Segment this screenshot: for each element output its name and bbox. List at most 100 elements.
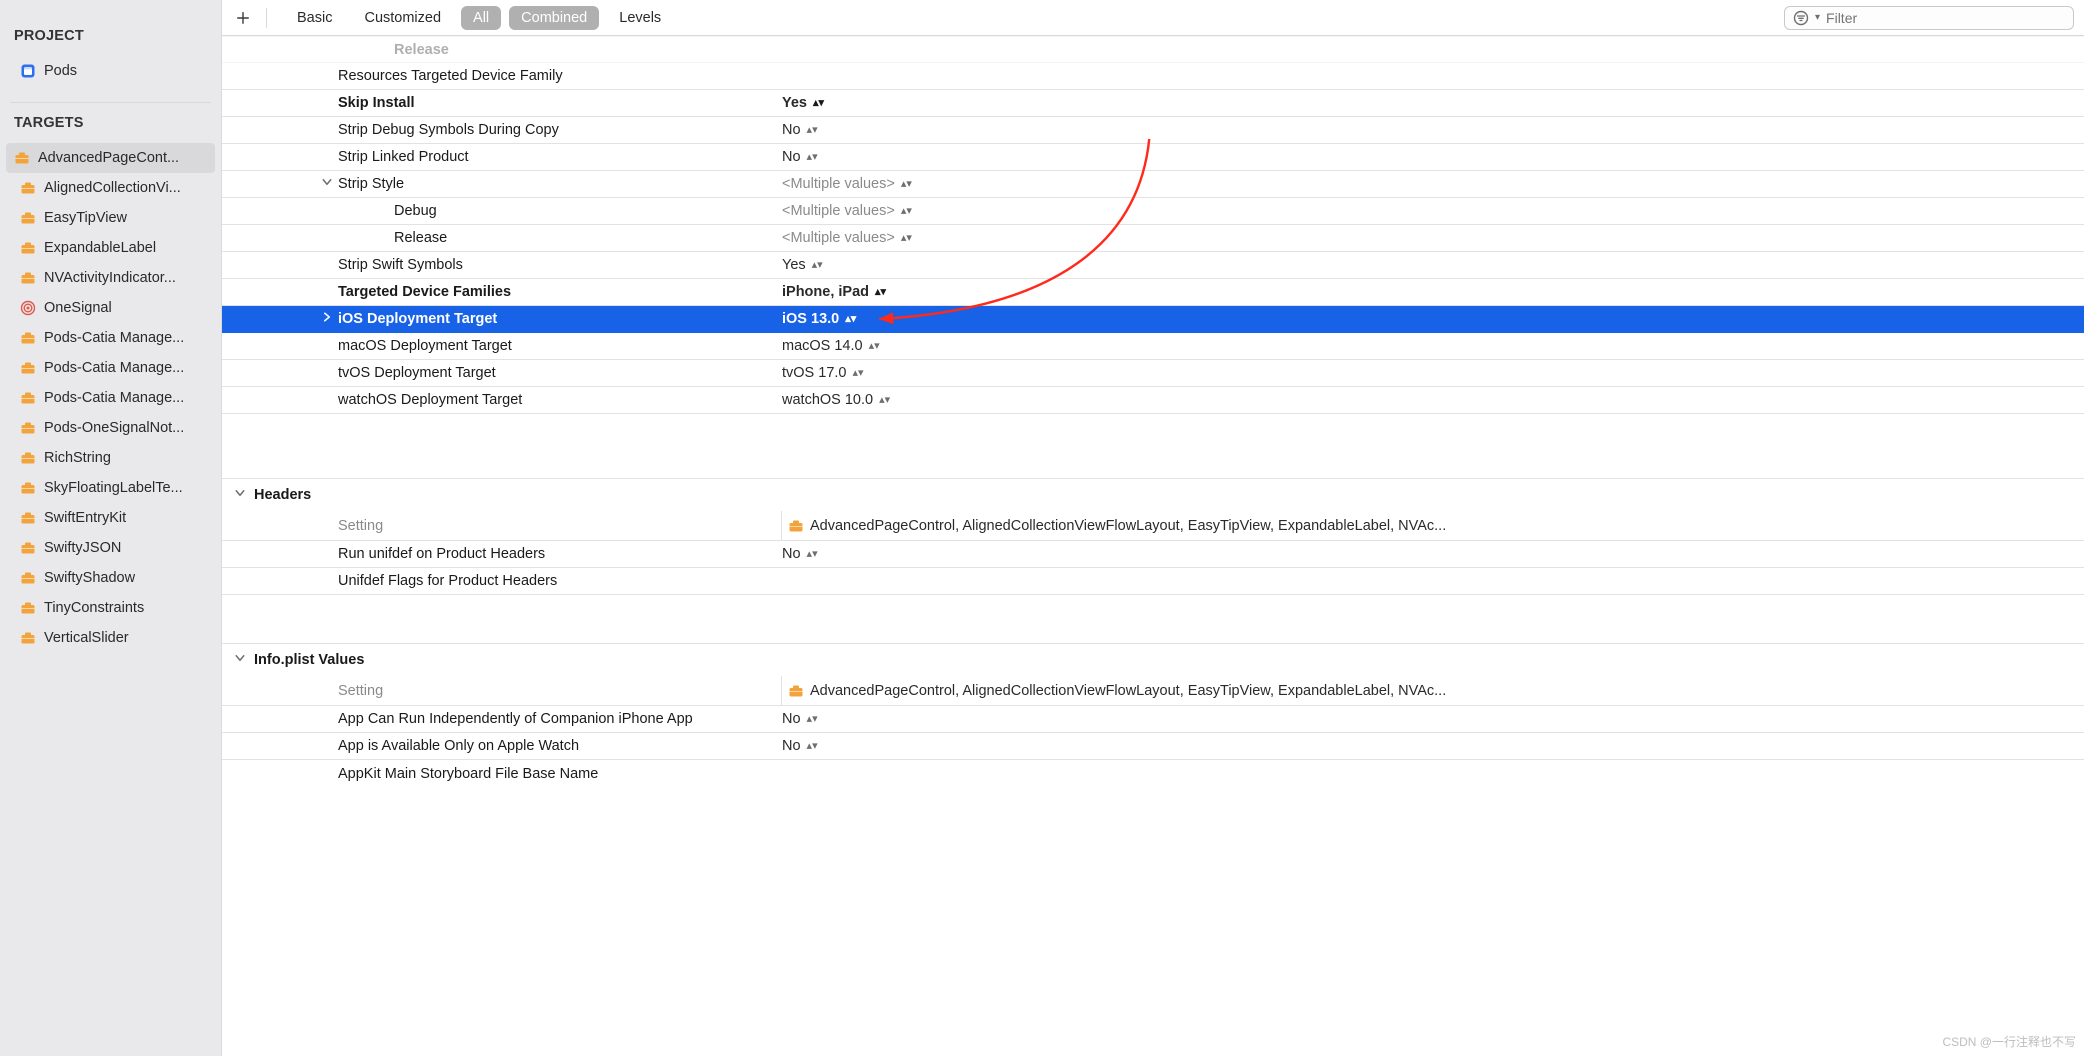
target-item-label: SkyFloatingLabelTe... bbox=[44, 479, 183, 497]
chevron-down-icon[interactable] bbox=[320, 176, 334, 188]
filter-input[interactable] bbox=[1826, 10, 2065, 26]
sidebar-item-target[interactable]: ExpandableLabel bbox=[6, 233, 215, 263]
target-item-label: AdvancedPageCont... bbox=[38, 149, 179, 167]
tab-customized[interactable]: Customized bbox=[352, 6, 453, 30]
column-targets-label: AdvancedPageControl, AlignedCollectionVi… bbox=[810, 518, 2084, 534]
briefcase-icon bbox=[20, 630, 36, 646]
target-item-label: VerticalSlider bbox=[44, 629, 129, 647]
briefcase-icon bbox=[20, 480, 36, 496]
setting-row[interactable]: Release bbox=[222, 36, 2084, 63]
column-targets-label: AdvancedPageControl, AlignedCollectionVi… bbox=[810, 683, 2084, 699]
sidebar-item-target[interactable]: SwiftyJSON bbox=[6, 533, 215, 563]
target-item-label: AlignedCollectionVi... bbox=[44, 179, 181, 197]
add-button[interactable] bbox=[232, 7, 254, 29]
setting-row-strip-style-release[interactable]: Release <Multiple values>▴▾ bbox=[222, 225, 2084, 252]
project-item-pods[interactable]: Pods bbox=[6, 56, 215, 86]
stepper-icon: ▴▾ bbox=[807, 715, 818, 723]
tab-combined[interactable]: Combined bbox=[509, 6, 599, 30]
setting-row-watchos-deployment-target[interactable]: watchOS Deployment Target watchOS 10.0▴▾ bbox=[222, 387, 2084, 414]
sidebar-item-target[interactable]: VerticalSlider bbox=[6, 623, 215, 653]
chevron-down-icon bbox=[234, 487, 248, 503]
sidebar-item-target[interactable]: AdvancedPageCont... bbox=[6, 143, 215, 173]
section-info-plist-toggle[interactable]: Info.plist Values bbox=[222, 644, 2084, 676]
briefcase-icon bbox=[20, 510, 36, 526]
setting-row-targeted-device-families[interactable]: Targeted Device Families iPhone, iPad▴▾ bbox=[222, 279, 2084, 306]
sidebar-item-target[interactable]: Pods-Catia Manage... bbox=[6, 353, 215, 383]
chevron-right-icon[interactable] bbox=[320, 311, 334, 323]
chevron-down-icon bbox=[234, 652, 248, 668]
stepper-icon: ▴▾ bbox=[901, 234, 912, 242]
targets-list: AdvancedPageCont... AlignedCollectionVi..… bbox=[0, 139, 221, 665]
build-settings-toolbar: Basic Customized All Combined Levels ▾ bbox=[222, 0, 2084, 36]
sidebar-item-target[interactable]: Pods-Catia Manage... bbox=[6, 383, 215, 413]
briefcase-icon bbox=[788, 518, 804, 534]
chevron-down-icon: ▾ bbox=[1815, 12, 1820, 23]
stepper-icon: ▴▾ bbox=[852, 369, 863, 377]
setting-row-strip-linked-product[interactable]: Strip Linked Product No▴▾ bbox=[222, 144, 2084, 171]
setting-row-ios-deployment-target[interactable]: iOS Deployment Target iOS 13.0▴▾ bbox=[222, 306, 2084, 333]
setting-row-app-available-only-on-apple-watch[interactable]: App is Available Only on Apple Watch No▴… bbox=[222, 733, 2084, 760]
setting-row-strip-style[interactable]: Strip Style <Multiple values>▴▾ bbox=[222, 171, 2084, 198]
target-item-label: Pods-Catia Manage... bbox=[44, 359, 184, 377]
briefcase-icon bbox=[788, 683, 804, 699]
tab-basic[interactable]: Basic bbox=[285, 6, 344, 30]
setting-row-app-can-run-independently[interactable]: App Can Run Independently of Companion i… bbox=[222, 706, 2084, 733]
sidebar-item-target[interactable]: AlignedCollectionVi... bbox=[6, 173, 215, 203]
setting-row-macos-deployment-target[interactable]: macOS Deployment Target macOS 14.0▴▾ bbox=[222, 333, 2084, 360]
target-item-label: SwiftyJSON bbox=[44, 539, 121, 557]
briefcase-icon bbox=[20, 330, 36, 346]
column-header-row: Setting AdvancedPageControl, AlignedColl… bbox=[222, 676, 2084, 706]
stepper-icon: ▴▾ bbox=[879, 396, 890, 404]
project-icon bbox=[20, 63, 36, 79]
sidebar-item-target[interactable]: EasyTipView bbox=[6, 203, 215, 233]
target-item-label: SwiftyShadow bbox=[44, 569, 135, 587]
sidebar-item-target[interactable]: NVActivityIndicator... bbox=[6, 263, 215, 293]
briefcase-icon bbox=[20, 180, 36, 196]
target-item-label: NVActivityIndicator... bbox=[44, 269, 176, 287]
briefcase-icon bbox=[20, 540, 36, 556]
stepper-icon: ▴▾ bbox=[807, 126, 818, 134]
setting-row-strip-swift-symbols[interactable]: Strip Swift Symbols Yes▴▾ bbox=[222, 252, 2084, 279]
stepper-icon: ▴▾ bbox=[845, 315, 856, 323]
stepper-icon: ▴▾ bbox=[807, 153, 818, 161]
stepper-icon: ▴▾ bbox=[807, 550, 818, 558]
setting-row-unifdef-flags[interactable]: Unifdef Flags for Product Headers bbox=[222, 568, 2084, 595]
setting-row-strip-style-debug[interactable]: Debug <Multiple values>▴▾ bbox=[222, 198, 2084, 225]
project-item-label: Pods bbox=[44, 62, 77, 80]
tab-levels[interactable]: Levels bbox=[607, 6, 673, 30]
briefcase-icon bbox=[14, 150, 30, 166]
filter-field[interactable]: ▾ bbox=[1784, 6, 2074, 30]
setting-row-run-unifdef[interactable]: Run unifdef on Product Headers No▴▾ bbox=[222, 541, 2084, 568]
toolbar-separator bbox=[266, 8, 267, 28]
sidebar-item-target[interactable]: SwiftEntryKit bbox=[6, 503, 215, 533]
build-settings-area[interactable]: Release Resources Targeted Device Family… bbox=[222, 36, 2084, 1056]
sidebar-item-target[interactable]: SwiftyShadow bbox=[6, 563, 215, 593]
briefcase-icon bbox=[20, 450, 36, 466]
sidebar-item-target[interactable]: RichString bbox=[6, 443, 215, 473]
setting-row-skip-install[interactable]: Skip Install Yes▴▾ bbox=[222, 90, 2084, 117]
setting-row-resources-targeted-device-family[interactable]: Resources Targeted Device Family bbox=[222, 63, 2084, 90]
briefcase-icon bbox=[20, 360, 36, 376]
setting-row-strip-debug-symbols-during-copy[interactable]: Strip Debug Symbols During Copy No▴▾ bbox=[222, 117, 2084, 144]
sidebar-item-target[interactable]: TinyConstraints bbox=[6, 593, 215, 623]
stepper-icon: ▴▾ bbox=[875, 288, 886, 296]
target-item-label: ExpandableLabel bbox=[44, 239, 156, 257]
project-header: PROJECT bbox=[0, 24, 221, 52]
filter-icon bbox=[1793, 10, 1809, 26]
sidebar-item-target[interactable]: Pods-OneSignalNot... bbox=[6, 413, 215, 443]
sidebar-item-target[interactable]: SkyFloatingLabelTe... bbox=[6, 473, 215, 503]
target-item-label: Pods-Catia Manage... bbox=[44, 329, 184, 347]
column-header-row: Setting AdvancedPageControl, AlignedColl… bbox=[222, 511, 2084, 541]
section-headers-toggle[interactable]: Headers bbox=[222, 479, 2084, 511]
project-navigator[interactable]: PROJECT Pods TARGETS AdvancedPageCont...… bbox=[0, 0, 222, 1056]
setting-row-tvos-deployment-target[interactable]: tvOS Deployment Target tvOS 17.0▴▾ bbox=[222, 360, 2084, 387]
briefcase-icon bbox=[20, 420, 36, 436]
sidebar-item-target[interactable]: OneSignal bbox=[6, 293, 215, 323]
setting-row-appkit-main-storyboard[interactable]: AppKit Main Storyboard File Base Name bbox=[222, 760, 2084, 787]
target-item-label: TinyConstraints bbox=[44, 599, 144, 617]
sidebar-item-target[interactable]: Pods-Catia Manage... bbox=[6, 323, 215, 353]
tab-all[interactable]: All bbox=[461, 6, 501, 30]
briefcase-icon bbox=[20, 570, 36, 586]
targets-header: TARGETS bbox=[0, 111, 221, 139]
stepper-icon: ▴▾ bbox=[813, 99, 824, 107]
